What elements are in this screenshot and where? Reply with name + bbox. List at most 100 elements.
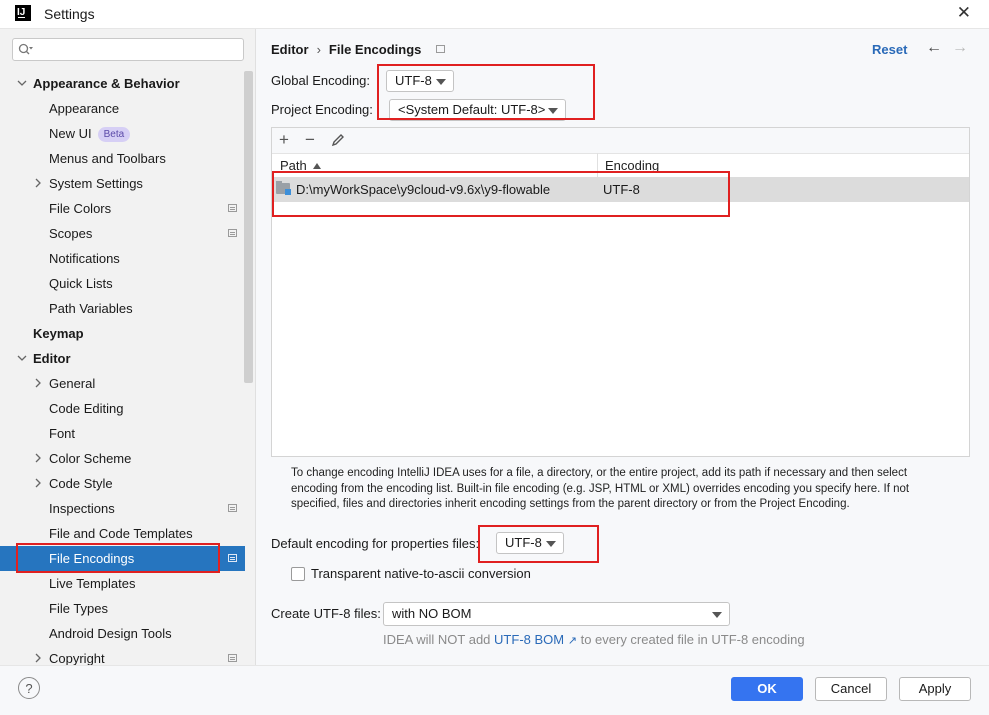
dropdown-arrow-icon [546, 541, 556, 547]
dialog-footer: ? OK Cancel Apply [0, 665, 989, 715]
tree-item-font[interactable]: Font [0, 421, 245, 446]
beta-badge: Beta [97, 127, 131, 142]
tree-item-label: Android Design Tools [49, 626, 172, 641]
properties-encoding-value: UTF-8 [505, 535, 542, 550]
utf8-bom-link[interactable]: UTF-8 BOM ↗ [494, 632, 577, 647]
reset-link[interactable]: Reset [872, 42, 907, 57]
column-header-label: Path [280, 158, 307, 173]
tree-item-label: Appearance & Behavior [33, 76, 180, 91]
utf8-bom-link-label: UTF-8 BOM [494, 632, 565, 647]
column-divider[interactable] [597, 153, 598, 177]
breadcrumb-parent[interactable]: Editor [271, 42, 309, 57]
properties-encoding-label: Default encoding for properties files: [271, 536, 480, 551]
title-bar: IJ Settings ✕ [0, 0, 989, 29]
tree-item-appearance[interactable]: Appearance [0, 96, 245, 121]
tree-item-label: Keymap [33, 326, 84, 341]
tree-item-path-variables[interactable]: Path Variables [0, 296, 245, 321]
tree-item-label: Inspections [49, 501, 115, 516]
chevron-right-icon[interactable] [33, 478, 43, 488]
project-encoding-label: Project Encoding: [271, 102, 373, 117]
tree-item-code-style[interactable]: Code Style [0, 471, 245, 496]
project-encoding-select[interactable]: <System Default: UTF-8> [389, 99, 566, 121]
sort-ascending-icon [312, 163, 321, 169]
add-icon[interactable]: + [279, 130, 289, 150]
tree-item-copyright[interactable]: Copyright [0, 646, 245, 665]
chevron-down-icon[interactable] [17, 78, 27, 88]
chevron-right-icon[interactable] [33, 378, 43, 388]
tree-item-label: Color Scheme [49, 451, 132, 466]
tree-item-editor[interactable]: Editor [0, 346, 245, 371]
create-utf8-select[interactable]: with NO BOM [383, 602, 730, 626]
tree-item-label: Quick Lists [49, 276, 113, 291]
tree-item-file-encodings[interactable]: File Encodings [0, 546, 245, 571]
chevron-right-icon[interactable] [33, 178, 43, 188]
tree-item-android-design-tools[interactable]: Android Design Tools [0, 621, 245, 646]
dropdown-arrow-icon [712, 612, 722, 618]
project-level-icon [228, 229, 237, 237]
external-link-icon: ↗ [567, 635, 577, 647]
tree-item-new-ui[interactable]: New UI Beta [0, 121, 245, 146]
transparent-ascii-checkbox[interactable] [291, 567, 305, 581]
project-level-icon [228, 204, 237, 212]
tree-item-general[interactable]: General [0, 371, 245, 396]
bom-hint-suffix: to every created file in UTF-8 encoding [580, 632, 805, 647]
edit-pencil-icon[interactable] [331, 133, 345, 147]
tree-item-file-code-templates[interactable]: File and Code Templates [0, 521, 245, 546]
tree-item-keymap[interactable]: Keymap [0, 321, 245, 346]
global-encoding-value: UTF-8 [395, 73, 432, 88]
table-header: Path Encoding [272, 153, 969, 178]
tree-item-label: Path Variables [49, 301, 133, 316]
remove-icon[interactable]: − [305, 130, 315, 150]
transparent-ascii-label[interactable]: Transparent native-to-ascii conversion [311, 566, 531, 581]
cancel-button[interactable]: Cancel [815, 677, 887, 701]
breadcrumb-separator: › [316, 42, 321, 57]
tree-item-live-templates[interactable]: Live Templates [0, 571, 245, 596]
back-arrow-icon[interactable]: ← [926, 39, 942, 57]
project-level-icon [436, 45, 445, 53]
sidebar-scrollbar[interactable] [244, 71, 253, 383]
table-row[interactable]: D:\myWorkSpace\y9cloud-v9.6x\y9-flowable… [272, 177, 969, 202]
chevron-right-icon[interactable] [33, 453, 43, 463]
tree-item-label: File Colors [49, 201, 112, 216]
column-header-path[interactable]: Path [280, 158, 321, 173]
window-title: Settings [44, 6, 95, 22]
breadcrumb: Editor › File Encodings [271, 42, 421, 57]
row-encoding[interactable]: UTF-8 [603, 182, 640, 197]
ok-button[interactable]: OK [731, 677, 803, 701]
apply-button[interactable]: Apply [899, 677, 971, 701]
tree-item-notifications[interactable]: Notifications [0, 246, 245, 271]
bom-hint-prefix: IDEA will NOT add [383, 632, 491, 647]
tree-item-label: File Encodings [49, 551, 135, 566]
tree-item-file-colors[interactable]: File Colors [0, 196, 245, 221]
global-encoding-select[interactable]: UTF-8 [386, 70, 454, 92]
tree-item-inspections[interactable]: Inspections [0, 496, 245, 521]
tree-item-code-editing[interactable]: Code Editing [0, 396, 245, 421]
tree-item-color-scheme[interactable]: Color Scheme [0, 446, 245, 471]
tree-item-label: Menus and Toolbars [49, 151, 166, 166]
project-encoding-value: <System Default: UTF-8> [398, 102, 546, 117]
encoding-description: To change encoding IntelliJ IDEA uses fo… [291, 467, 910, 510]
column-header-encoding[interactable]: Encoding [605, 158, 659, 173]
dropdown-arrow-icon [436, 79, 446, 85]
close-icon[interactable]: ✕ [957, 3, 971, 23]
tree-item-label: Font [49, 426, 76, 441]
create-utf8-value: with NO BOM [392, 606, 472, 621]
properties-encoding-select[interactable]: UTF-8 [496, 532, 564, 554]
folder-icon [276, 181, 291, 195]
tree-item-menus-toolbars[interactable]: Menus and Toolbars [0, 146, 245, 171]
tree-item-quick-lists[interactable]: Quick Lists [0, 271, 245, 296]
tree-item-label: File Types [49, 601, 109, 616]
help-icon[interactable]: ? [18, 677, 40, 699]
dropdown-arrow-icon [548, 108, 558, 114]
tree-item-file-types[interactable]: File Types [0, 596, 245, 621]
table-toolbar: + − [272, 128, 969, 154]
search-input[interactable] [12, 38, 244, 61]
chevron-down-icon[interactable] [17, 353, 27, 363]
tree-item-appearance-behavior[interactable]: Appearance & Behavior [0, 71, 245, 96]
tree-item-label: Live Templates [49, 576, 136, 591]
tree-item-system-settings[interactable]: System Settings [0, 171, 245, 196]
tree-item-label: Code Editing [49, 401, 124, 416]
tree-item-scopes[interactable]: Scopes [0, 221, 245, 246]
forward-arrow-icon[interactable]: → [952, 39, 968, 57]
chevron-right-icon[interactable] [33, 653, 43, 663]
